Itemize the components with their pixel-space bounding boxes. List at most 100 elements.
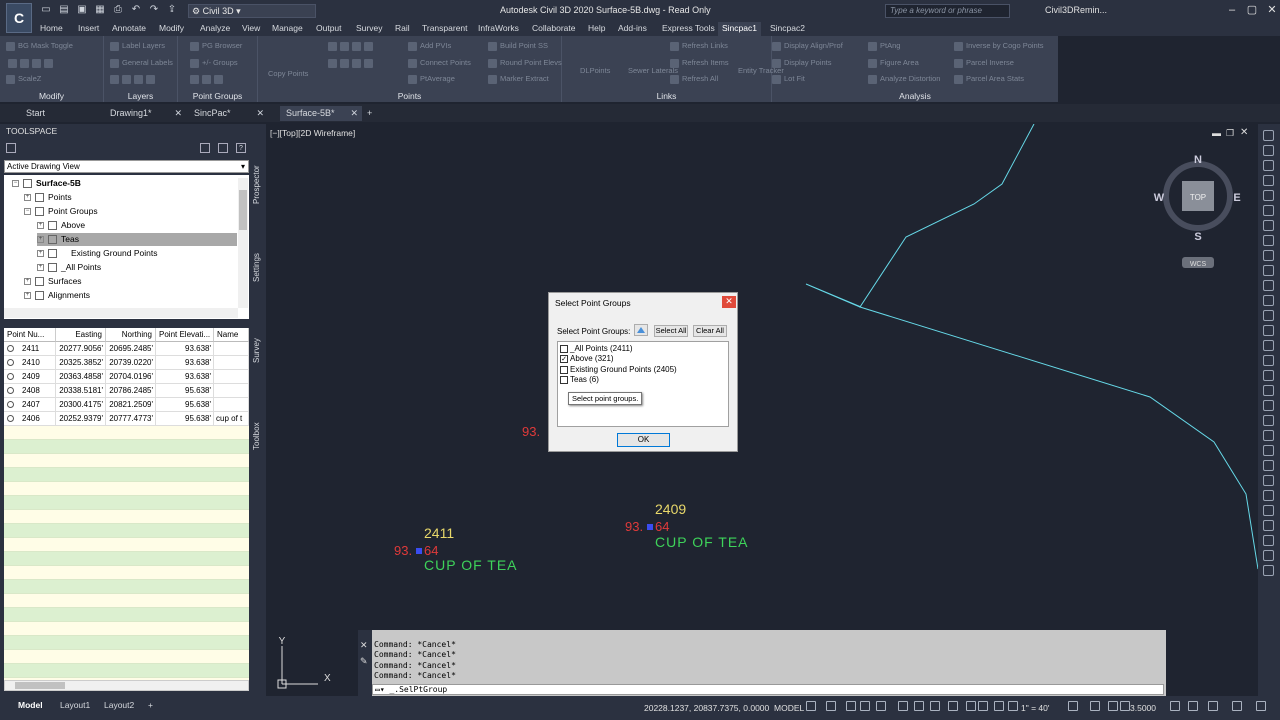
line-tool-icon[interactable]	[1263, 130, 1274, 141]
close-command-line-icon[interactable]: ✕	[360, 640, 368, 651]
tab-express-tools[interactable]: Express Tools	[658, 22, 719, 36]
otrack-icon[interactable]	[914, 701, 924, 711]
open-icon[interactable]: ▤	[58, 4, 70, 16]
text-tool-icon[interactable]	[1263, 220, 1274, 231]
quick-properties-icon[interactable]	[1120, 701, 1130, 711]
panel-title-layers[interactable]: Layers	[104, 91, 177, 101]
rotate-tool-icon[interactable]	[1263, 280, 1274, 291]
annotation-monitor-icon[interactable]	[1090, 701, 1100, 711]
refresh-links-button[interactable]: Refresh Links	[670, 41, 728, 51]
rectangle-tool-icon[interactable]	[1263, 190, 1274, 201]
general-labels-button[interactable]: General Labels	[110, 58, 173, 68]
maximize-button[interactable]: ▢	[1242, 3, 1262, 17]
side-tab-survey[interactable]: Survey	[252, 334, 264, 368]
checkbox[interactable]	[560, 344, 568, 353]
active-drawing-view-select[interactable]: Active Drawing View ▾	[4, 160, 249, 173]
panel-title-point-groups[interactable]: Point Groups	[178, 91, 257, 101]
polyline-tool-icon[interactable]	[1263, 145, 1274, 156]
tab-output[interactable]: Output	[312, 22, 346, 36]
checklist-item-existing-ground-points[interactable]: Existing Ground Points (2405)	[560, 365, 677, 375]
groups-button[interactable]: +/- Groups	[190, 58, 238, 68]
save-as-icon[interactable]: ▦	[94, 4, 106, 16]
tab-view[interactable]: View	[238, 22, 264, 36]
search-input[interactable]: Type a keyword or phrase	[885, 4, 1010, 18]
undo-icon[interactable]: ↶	[130, 4, 142, 16]
tab-insert[interactable]: Insert	[74, 22, 103, 36]
add-pvis-button[interactable]: Add PVIs	[408, 41, 451, 51]
side-tab-toolbox[interactable]: Toolbox	[252, 416, 264, 456]
new-icon[interactable]: ▭	[40, 4, 52, 16]
doc-tab-sincpac[interactable]: SincPac* ✕	[188, 106, 268, 121]
grid-horizontal-scrollbar[interactable]	[4, 680, 249, 691]
bg-mask-toggle-button[interactable]: BG Mask Toggle	[6, 41, 73, 51]
extend-tool-icon[interactable]	[1263, 355, 1274, 366]
pick-icon[interactable]	[634, 324, 648, 336]
clean-screen-icon[interactable]	[1208, 701, 1218, 711]
annotation-visibility-icon[interactable]	[978, 701, 988, 711]
ptang-button[interactable]: PtAng	[868, 41, 900, 51]
dlpoints-button[interactable]: DLPoints	[580, 66, 610, 75]
move-tool-icon[interactable]	[1263, 250, 1274, 261]
point-edit-icon[interactable]	[328, 58, 376, 68]
tab-annotate[interactable]: Annotate	[108, 22, 150, 36]
tree-item-points[interactable]: + Points	[24, 191, 72, 204]
menu-icon[interactable]	[1256, 701, 1266, 711]
block-tool-icon[interactable]	[1263, 505, 1274, 516]
offset-tool-icon[interactable]	[1263, 325, 1274, 336]
tab-help[interactable]: Help	[584, 22, 609, 36]
tab-transparent[interactable]: Transparent	[418, 22, 472, 36]
redo-icon[interactable]: ↷	[148, 4, 160, 16]
snap-icon[interactable]	[826, 701, 836, 711]
layout-tab-model[interactable]: Model	[18, 700, 43, 710]
share-icon[interactable]: ⇪	[166, 4, 178, 16]
dimension-tool-icon[interactable]	[1263, 490, 1274, 501]
parcel-area-stats-button[interactable]: Parcel Area Stats	[954, 74, 1024, 84]
viewport-restore-icon[interactable]: ❐	[1226, 128, 1234, 139]
tab-survey[interactable]: Survey	[352, 22, 386, 36]
copy-points-button[interactable]: Copy Points	[268, 69, 308, 78]
tree-item-above[interactable]: + Above	[37, 219, 85, 232]
close-tab-icon[interactable]: ✕	[350, 106, 358, 121]
refresh-all-button[interactable]: Refresh All	[670, 74, 718, 84]
arc-tool-icon[interactable]	[1263, 160, 1274, 171]
select-all-button[interactable]: Select All	[654, 325, 688, 337]
round-point-elevs-button[interactable]: Round Point Elevs	[488, 58, 562, 68]
parcel-inverse-button[interactable]: Parcel Inverse	[954, 58, 1014, 68]
label-layers-button[interactable]: Label Layers	[110, 41, 165, 51]
osnap-icon[interactable]	[876, 701, 886, 711]
tab-add-ins[interactable]: Add-ins	[614, 22, 651, 36]
hatch-tool-icon[interactable]	[1263, 205, 1274, 216]
command-input[interactable]: ▭▾ _.SelPtGroup	[372, 684, 1164, 695]
panel-title-links[interactable]: Links	[562, 91, 771, 101]
help-icon[interactable]: ?	[236, 143, 246, 153]
column-header-northing[interactable]: Northing	[106, 328, 156, 342]
user-account[interactable]: Civil3DRemin...	[1045, 5, 1107, 15]
3d-osnap-icon[interactable]	[898, 701, 908, 711]
side-tab-settings[interactable]: Settings	[252, 248, 264, 288]
tree-item-existing-ground-points[interactable]: + Existing Ground Points	[37, 247, 157, 260]
connect-points-button[interactable]: Connect Points	[408, 58, 471, 68]
tree-item-surface-5b[interactable]: − Surface-5B	[12, 177, 81, 190]
command-line-handle[interactable]: ✕ ✎	[358, 630, 372, 696]
tree-item-point-groups[interactable]: − Point Groups	[24, 205, 98, 218]
doc-tab-surface-5b[interactable]: Surface-5B* ✕	[280, 106, 362, 121]
units-icon[interactable]	[1108, 701, 1118, 711]
elevation-readout[interactable]: 3.5000	[1130, 703, 1156, 713]
tree-item-teas[interactable]: + Teas	[37, 233, 237, 246]
tab-manage[interactable]: Manage	[268, 22, 307, 36]
measure-tool-icon[interactable]	[1263, 475, 1274, 486]
fillet-tool-icon[interactable]	[1263, 370, 1274, 381]
tab-sincpac2[interactable]: Sincpac2	[766, 22, 809, 36]
panel-title-modify[interactable]: Modify	[0, 91, 103, 101]
analyze-distortion-button[interactable]: Analyze Distortion	[868, 74, 940, 84]
ok-button[interactable]: OK	[617, 433, 670, 447]
refresh-items-button[interactable]: Refresh Items	[670, 58, 729, 68]
tab-sincpac1[interactable]: Sincpac1	[718, 22, 761, 36]
table-row[interactable]: 2406 20252.9379' 20777.4773' 95.638' cup of …	[4, 412, 249, 426]
dialog-close-button[interactable]: ✕	[722, 296, 736, 308]
column-header-elevation[interactable]: Point Elevati...	[156, 328, 214, 342]
tab-home[interactable]: Home	[36, 22, 67, 36]
tab-infraworks[interactable]: InfraWorks	[474, 22, 523, 36]
grid-icon[interactable]	[806, 701, 816, 711]
layout-tab-layout1[interactable]: Layout1	[60, 700, 90, 710]
